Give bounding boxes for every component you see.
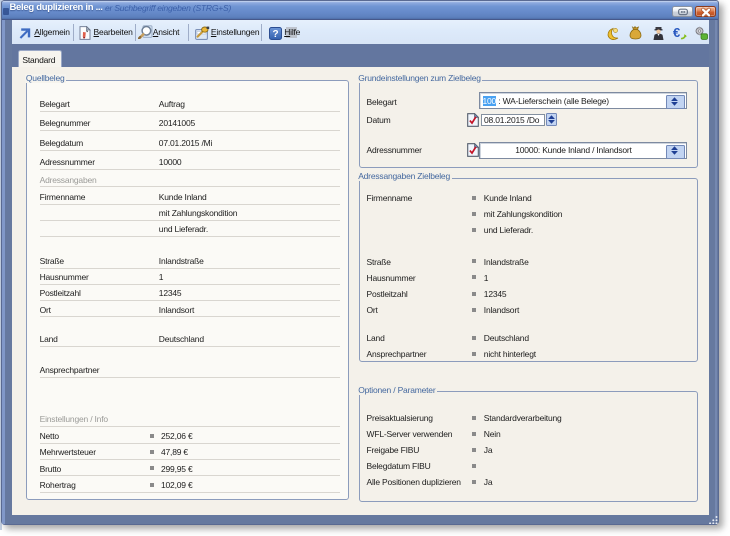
svg-text:?: ? <box>272 29 278 40</box>
svg-text:€: € <box>673 26 680 40</box>
